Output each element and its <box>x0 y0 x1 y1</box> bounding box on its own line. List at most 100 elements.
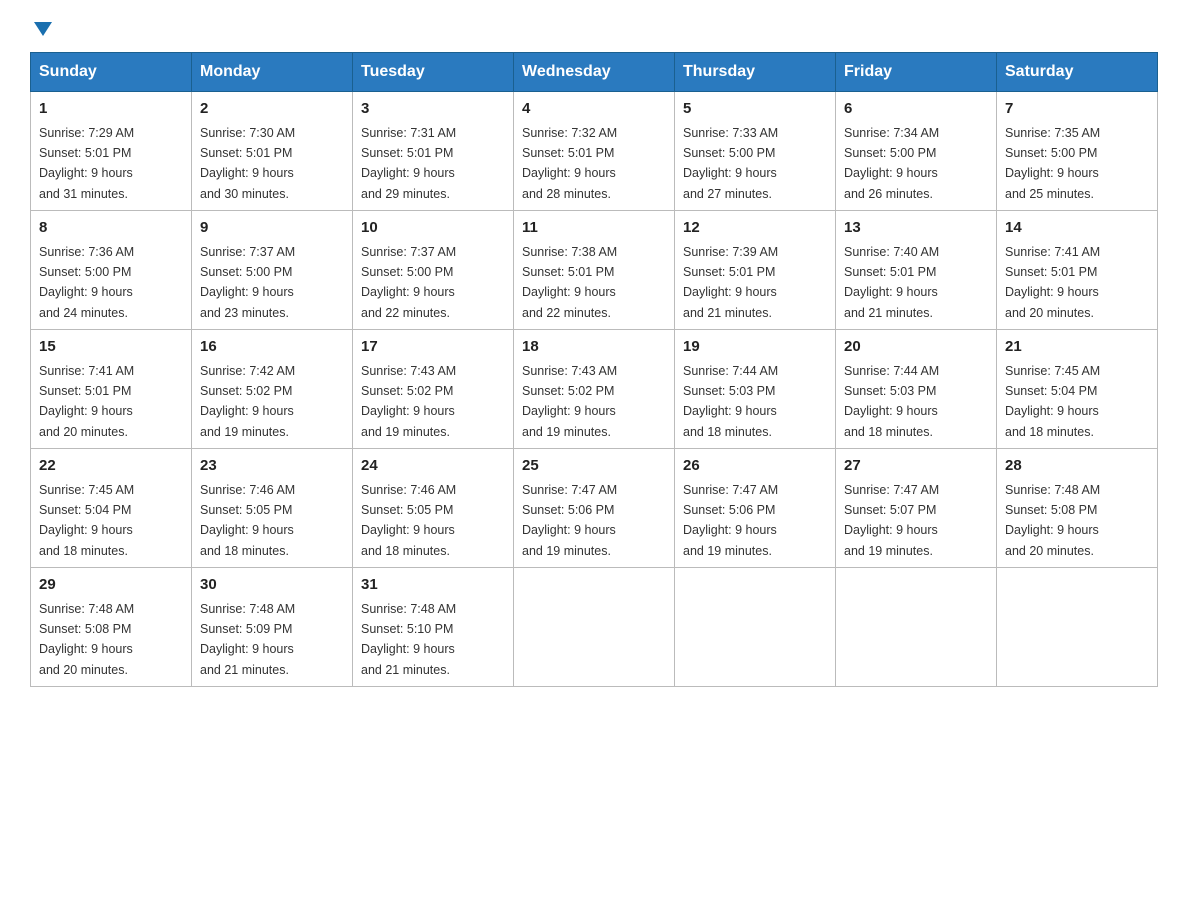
day-number: 11 <box>522 217 666 240</box>
day-info: Sunrise: 7:48 AMSunset: 5:08 PMDaylight:… <box>39 602 134 677</box>
day-info: Sunrise: 7:47 AMSunset: 5:06 PMDaylight:… <box>522 483 617 558</box>
day-info: Sunrise: 7:48 AMSunset: 5:10 PMDaylight:… <box>361 602 456 677</box>
day-info: Sunrise: 7:32 AMSunset: 5:01 PMDaylight:… <box>522 126 617 201</box>
weekday-header-tuesday: Tuesday <box>353 53 514 92</box>
day-number: 14 <box>1005 217 1149 240</box>
calendar-cell: 8 Sunrise: 7:36 AMSunset: 5:00 PMDayligh… <box>31 211 192 330</box>
calendar-cell: 24 Sunrise: 7:46 AMSunset: 5:05 PMDaylig… <box>353 449 514 568</box>
week-row-2: 8 Sunrise: 7:36 AMSunset: 5:00 PMDayligh… <box>31 211 1158 330</box>
day-info: Sunrise: 7:43 AMSunset: 5:02 PMDaylight:… <box>522 364 617 439</box>
weekday-header-wednesday: Wednesday <box>514 53 675 92</box>
day-info: Sunrise: 7:41 AMSunset: 5:01 PMDaylight:… <box>1005 245 1100 320</box>
day-info: Sunrise: 7:31 AMSunset: 5:01 PMDaylight:… <box>361 126 456 201</box>
day-number: 24 <box>361 455 505 478</box>
day-number: 15 <box>39 336 183 359</box>
day-info: Sunrise: 7:43 AMSunset: 5:02 PMDaylight:… <box>361 364 456 439</box>
calendar-cell <box>836 568 997 687</box>
day-info: Sunrise: 7:45 AMSunset: 5:04 PMDaylight:… <box>1005 364 1100 439</box>
calendar-cell: 28 Sunrise: 7:48 AMSunset: 5:08 PMDaylig… <box>997 449 1158 568</box>
weekday-header-thursday: Thursday <box>675 53 836 92</box>
week-row-3: 15 Sunrise: 7:41 AMSunset: 5:01 PMDaylig… <box>31 330 1158 449</box>
day-info: Sunrise: 7:29 AMSunset: 5:01 PMDaylight:… <box>39 126 134 201</box>
day-info: Sunrise: 7:34 AMSunset: 5:00 PMDaylight:… <box>844 126 939 201</box>
calendar-cell: 26 Sunrise: 7:47 AMSunset: 5:06 PMDaylig… <box>675 449 836 568</box>
day-number: 26 <box>683 455 827 478</box>
day-info: Sunrise: 7:33 AMSunset: 5:00 PMDaylight:… <box>683 126 778 201</box>
calendar-cell: 1 Sunrise: 7:29 AMSunset: 5:01 PMDayligh… <box>31 92 192 211</box>
day-info: Sunrise: 7:46 AMSunset: 5:05 PMDaylight:… <box>361 483 456 558</box>
calendar-cell: 19 Sunrise: 7:44 AMSunset: 5:03 PMDaylig… <box>675 330 836 449</box>
day-number: 2 <box>200 98 344 121</box>
calendar-cell: 12 Sunrise: 7:39 AMSunset: 5:01 PMDaylig… <box>675 211 836 330</box>
day-info: Sunrise: 7:30 AMSunset: 5:01 PMDaylight:… <box>200 126 295 201</box>
calendar-cell: 15 Sunrise: 7:41 AMSunset: 5:01 PMDaylig… <box>31 330 192 449</box>
calendar-cell: 14 Sunrise: 7:41 AMSunset: 5:01 PMDaylig… <box>997 211 1158 330</box>
day-number: 19 <box>683 336 827 359</box>
day-info: Sunrise: 7:40 AMSunset: 5:01 PMDaylight:… <box>844 245 939 320</box>
calendar-cell: 22 Sunrise: 7:45 AMSunset: 5:04 PMDaylig… <box>31 449 192 568</box>
day-info: Sunrise: 7:45 AMSunset: 5:04 PMDaylight:… <box>39 483 134 558</box>
calendar-cell: 16 Sunrise: 7:42 AMSunset: 5:02 PMDaylig… <box>192 330 353 449</box>
day-number: 22 <box>39 455 183 478</box>
day-number: 28 <box>1005 455 1149 478</box>
week-row-4: 22 Sunrise: 7:45 AMSunset: 5:04 PMDaylig… <box>31 449 1158 568</box>
calendar-cell: 9 Sunrise: 7:37 AMSunset: 5:00 PMDayligh… <box>192 211 353 330</box>
calendar-cell: 5 Sunrise: 7:33 AMSunset: 5:00 PMDayligh… <box>675 92 836 211</box>
weekday-header-friday: Friday <box>836 53 997 92</box>
calendar-cell: 3 Sunrise: 7:31 AMSunset: 5:01 PMDayligh… <box>353 92 514 211</box>
day-info: Sunrise: 7:48 AMSunset: 5:08 PMDaylight:… <box>1005 483 1100 558</box>
day-info: Sunrise: 7:41 AMSunset: 5:01 PMDaylight:… <box>39 364 134 439</box>
day-info: Sunrise: 7:36 AMSunset: 5:00 PMDaylight:… <box>39 245 134 320</box>
day-number: 31 <box>361 574 505 597</box>
day-number: 20 <box>844 336 988 359</box>
day-number: 12 <box>683 217 827 240</box>
calendar-cell: 13 Sunrise: 7:40 AMSunset: 5:01 PMDaylig… <box>836 211 997 330</box>
day-number: 18 <box>522 336 666 359</box>
calendar-cell <box>997 568 1158 687</box>
day-number: 3 <box>361 98 505 121</box>
day-number: 5 <box>683 98 827 121</box>
day-number: 8 <box>39 217 183 240</box>
day-number: 7 <box>1005 98 1149 121</box>
day-number: 10 <box>361 217 505 240</box>
day-info: Sunrise: 7:38 AMSunset: 5:01 PMDaylight:… <box>522 245 617 320</box>
weekday-header-sunday: Sunday <box>31 53 192 92</box>
calendar-cell: 7 Sunrise: 7:35 AMSunset: 5:00 PMDayligh… <box>997 92 1158 211</box>
week-row-1: 1 Sunrise: 7:29 AMSunset: 5:01 PMDayligh… <box>31 92 1158 211</box>
calendar-body: 1 Sunrise: 7:29 AMSunset: 5:01 PMDayligh… <box>31 92 1158 687</box>
day-info: Sunrise: 7:44 AMSunset: 5:03 PMDaylight:… <box>844 364 939 439</box>
calendar-header: SundayMondayTuesdayWednesdayThursdayFrid… <box>31 53 1158 92</box>
day-info: Sunrise: 7:37 AMSunset: 5:00 PMDaylight:… <box>361 245 456 320</box>
calendar-cell: 17 Sunrise: 7:43 AMSunset: 5:02 PMDaylig… <box>353 330 514 449</box>
day-info: Sunrise: 7:47 AMSunset: 5:06 PMDaylight:… <box>683 483 778 558</box>
calendar-cell: 30 Sunrise: 7:48 AMSunset: 5:09 PMDaylig… <box>192 568 353 687</box>
logo-triangle-icon <box>34 22 52 36</box>
day-number: 4 <box>522 98 666 121</box>
calendar-cell: 6 Sunrise: 7:34 AMSunset: 5:00 PMDayligh… <box>836 92 997 211</box>
calendar-cell: 4 Sunrise: 7:32 AMSunset: 5:01 PMDayligh… <box>514 92 675 211</box>
day-info: Sunrise: 7:47 AMSunset: 5:07 PMDaylight:… <box>844 483 939 558</box>
calendar-cell: 25 Sunrise: 7:47 AMSunset: 5:06 PMDaylig… <box>514 449 675 568</box>
day-number: 27 <box>844 455 988 478</box>
calendar-cell: 21 Sunrise: 7:45 AMSunset: 5:04 PMDaylig… <box>997 330 1158 449</box>
weekday-header-monday: Monday <box>192 53 353 92</box>
day-info: Sunrise: 7:44 AMSunset: 5:03 PMDaylight:… <box>683 364 778 439</box>
calendar-cell: 27 Sunrise: 7:47 AMSunset: 5:07 PMDaylig… <box>836 449 997 568</box>
weekday-header-saturday: Saturday <box>997 53 1158 92</box>
day-number: 9 <box>200 217 344 240</box>
day-number: 16 <box>200 336 344 359</box>
day-info: Sunrise: 7:46 AMSunset: 5:05 PMDaylight:… <box>200 483 295 558</box>
calendar-table: SundayMondayTuesdayWednesdayThursdayFrid… <box>30 52 1158 687</box>
day-number: 23 <box>200 455 344 478</box>
day-number: 29 <box>39 574 183 597</box>
week-row-5: 29 Sunrise: 7:48 AMSunset: 5:08 PMDaylig… <box>31 568 1158 687</box>
calendar-cell: 18 Sunrise: 7:43 AMSunset: 5:02 PMDaylig… <box>514 330 675 449</box>
day-info: Sunrise: 7:42 AMSunset: 5:02 PMDaylight:… <box>200 364 295 439</box>
day-number: 13 <box>844 217 988 240</box>
calendar-cell: 10 Sunrise: 7:37 AMSunset: 5:00 PMDaylig… <box>353 211 514 330</box>
logo <box>30 20 52 36</box>
day-number: 21 <box>1005 336 1149 359</box>
day-number: 17 <box>361 336 505 359</box>
day-number: 1 <box>39 98 183 121</box>
calendar-cell <box>514 568 675 687</box>
